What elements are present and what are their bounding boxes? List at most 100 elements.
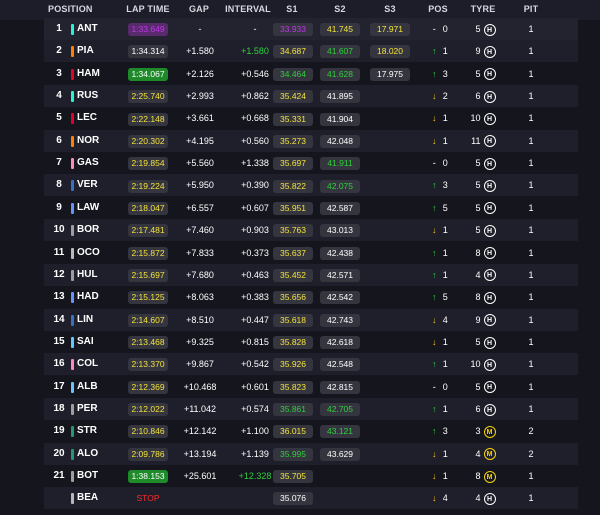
table-row[interactable]: 19 STR 2:10.846 +12.142 +1.100 36.015 43.121 ↑ … bbox=[44, 420, 578, 442]
sector1-cell: 35.076 bbox=[271, 487, 315, 509]
sector1-time: 35.823 bbox=[273, 380, 313, 394]
tyre-cell: 9H bbox=[460, 309, 506, 331]
table-row[interactable]: 1 ANT 1:33.649- -33.933 41.745 17.971- 05H1 bbox=[44, 18, 578, 40]
tyre-compound-icon: H bbox=[483, 23, 496, 36]
sector2-time: 42.048 bbox=[320, 134, 360, 148]
position-change: ↓ 4 bbox=[418, 487, 458, 509]
pit-count: 1 bbox=[528, 403, 534, 414]
tyre-laps: 3 bbox=[475, 426, 481, 437]
table-row[interactable]: 4 RUS 2:25.740 +2.993 +0.862 35.424 41.895 ↓ 26… bbox=[44, 85, 578, 108]
tyre-compound-icon: H bbox=[483, 336, 496, 349]
table-row[interactable]: 2 PIA 1:34.314 +1.580 +1.580 34.687 41.607 18.0… bbox=[44, 40, 578, 63]
position-number: 15 bbox=[53, 335, 65, 347]
gap-value: +5.560 bbox=[186, 158, 214, 169]
table-row[interactable]: 11 OCO 2:15.872 +7.833 +0.373 35.637 42.438 ↑ 1… bbox=[44, 242, 578, 264]
gap-value: +2.993 bbox=[186, 91, 214, 102]
tyre-cell: 8H bbox=[460, 242, 506, 264]
pit-count: 1 bbox=[528, 247, 534, 258]
lap-time-cell: 2:10.846 bbox=[124, 420, 172, 442]
gap-value: +7.460 bbox=[186, 225, 214, 236]
pit-count: 1 bbox=[528, 314, 534, 325]
lap-time: 2:12.369 bbox=[128, 380, 168, 394]
lap-time: 1:33.649 bbox=[128, 23, 168, 37]
table-row[interactable]: 12 HUL 2:15.697 +7.680 +0.463 35.452 42.571 ↑ 1… bbox=[44, 263, 578, 286]
pit-count: 1 bbox=[528, 113, 534, 124]
sector1-cell: 35.828 bbox=[271, 331, 315, 353]
table-row[interactable]: 7 GAS 2:19.854 +5.560 +1.338 35.697 41.911- 05… bbox=[44, 152, 578, 174]
lap-time-cell: 2:15.872 bbox=[124, 242, 172, 264]
tyre-laps: 9 bbox=[475, 46, 481, 57]
position-number: 12 bbox=[53, 268, 65, 280]
position-change-value: 4 bbox=[442, 493, 448, 504]
table-row[interactable]: 14 LIN 2:14.607 +8.510 +0.447 35.618 42.743 ↓ 4… bbox=[44, 308, 578, 331]
pit-count: 1 bbox=[528, 46, 534, 57]
table-row[interactable]: 5 LEC 2:22.148 +3.661 +0.668 35.331 41.904 ↓ 11… bbox=[44, 107, 578, 129]
lap-time: 2:22.148 bbox=[128, 112, 168, 126]
team-color-bar bbox=[71, 158, 74, 170]
position-change-value: 1 bbox=[442, 269, 448, 280]
tyre-compound-icon: H bbox=[483, 269, 496, 282]
table-row[interactable]: 3 HAM 1:34.067 +2.126 +0.546 34.464 41.628 17.9… bbox=[44, 63, 578, 85]
table-row[interactable]: 10 BOR 2:17.481 +7.460 +0.903 35.763 43.013 ↓ 1… bbox=[44, 219, 578, 242]
driver-code: HAM bbox=[77, 67, 100, 79]
tyre-cell: 5H bbox=[460, 63, 506, 85]
sector1-cell: 35.273 bbox=[271, 130, 315, 152]
tyre-cell: 5H bbox=[460, 376, 506, 398]
table-row[interactable]: 6 NOR 2:20.302 +4.195 +0.560 35.273 42.048 ↓ 11… bbox=[44, 129, 578, 152]
gap-value bbox=[179, 487, 221, 509]
pit-count: 2 bbox=[528, 448, 534, 459]
gap-value: - bbox=[198, 24, 202, 34]
driver-code: VER bbox=[77, 179, 98, 191]
driver-code: RUS bbox=[77, 90, 99, 102]
header-position: POSITION bbox=[48, 4, 93, 14]
position-change: ↑ 1 bbox=[418, 353, 458, 375]
table-row[interactable]: 17 ALB 2:12.369 +10.468 +0.601 35.823 42.815- … bbox=[44, 376, 578, 398]
table-row[interactable]: 18 PER 2:12.022 +11.042 +0.574 35.861 42.705 ↑ … bbox=[44, 397, 578, 420]
table-row[interactable]: 21 BOT 1:38.153 +25.601 +12.328 35.705 ↓ 18M1 bbox=[44, 465, 578, 487]
sector1-time: 35.861 bbox=[273, 403, 313, 417]
table-row[interactable]: 20 ALO 2:09.786 +13.194 +1.139 35.995 43.629 ↓ … bbox=[44, 442, 578, 465]
sector2-time: 42.705 bbox=[320, 403, 360, 417]
sector1-time: 35.273 bbox=[273, 134, 313, 148]
position-change: ↑ 3 bbox=[418, 174, 458, 196]
table-row[interactable]: 16 COL 2:13.370 +9.867 +0.542 35.926 42.548 ↑ 1… bbox=[44, 353, 578, 376]
tyre-compound-icon: H bbox=[483, 68, 496, 81]
team-color-bar bbox=[71, 336, 74, 348]
arrow-down-icon: ↓ bbox=[431, 314, 437, 325]
sector2-time: 41.628 bbox=[320, 67, 360, 81]
driver-code: GAS bbox=[77, 157, 99, 169]
sector1-cell: 35.995 bbox=[271, 443, 315, 465]
position-number: 18 bbox=[53, 402, 65, 414]
gap-value: +9.867 bbox=[186, 359, 214, 370]
table-row[interactable]: 13 HAD 2:15.125 +8.063 +0.383 35.656 42.542 ↑ 5… bbox=[44, 286, 578, 308]
sector2-cell: 43.013 bbox=[318, 219, 362, 241]
team-color-bar bbox=[71, 135, 74, 147]
sector1-time: 35.705 bbox=[273, 470, 313, 484]
dash-icon: - bbox=[432, 381, 436, 392]
table-row[interactable]: 15 SAI 2:13.468 +9.325 +0.815 35.828 42.618 ↓ 1… bbox=[44, 331, 578, 353]
position-change: ↓ 1 bbox=[418, 465, 458, 487]
tyre-compound-icon: H bbox=[483, 492, 496, 505]
table-row[interactable]: 8 VER 2:19.224 +5.950 +0.390 35.822 42.075 ↑ 35… bbox=[44, 174, 578, 197]
position-change-value: 3 bbox=[442, 68, 448, 79]
lap-time: STOP bbox=[136, 493, 160, 504]
table-row[interactable]: BEA STOP 35.076 ↓ 44H1 bbox=[44, 487, 578, 510]
position-change: ↑ 3 bbox=[418, 63, 458, 85]
position-change-value: 1 bbox=[442, 225, 448, 236]
position-change: ↑ 5 bbox=[418, 286, 458, 308]
team-color-bar bbox=[71, 225, 74, 237]
gap-value: +12.142 bbox=[183, 426, 217, 437]
tyre-compound-icon: H bbox=[483, 113, 496, 126]
sector2-cell: 42.618 bbox=[318, 331, 362, 353]
tyre-cell: 4H bbox=[460, 487, 506, 509]
tyre-cell: 5H bbox=[460, 197, 506, 219]
lap-time: 2:15.872 bbox=[128, 246, 168, 260]
tyre-laps: 5 bbox=[475, 381, 481, 392]
tyre-cell: 5H bbox=[460, 331, 506, 353]
sector1-time: 35.076 bbox=[273, 492, 313, 506]
tyre-compound-icon: H bbox=[483, 314, 496, 327]
lap-time-cell: 2:17.481 bbox=[124, 219, 172, 241]
position-number: 21 bbox=[53, 470, 65, 481]
table-row[interactable]: 9 LAW 2:18.047 +6.557 +0.607 35.951 42.587 ↑ 55… bbox=[44, 197, 578, 219]
tyre-cell: 10 H bbox=[460, 353, 506, 375]
